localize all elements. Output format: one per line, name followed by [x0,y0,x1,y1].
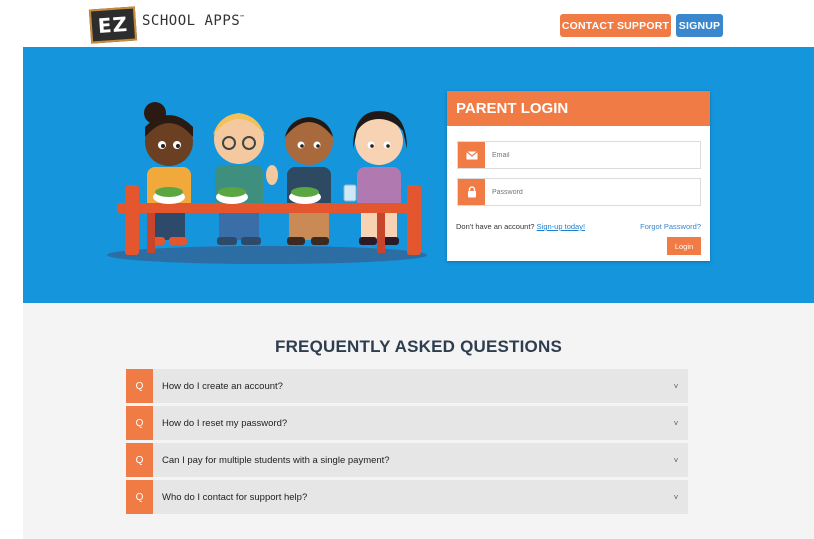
signup-button[interactable]: SIGNUP [676,14,723,37]
email-input[interactable] [485,142,700,168]
signup-link[interactable]: Sign-up today! [537,222,585,231]
logo-text-label: SCHOOL APPS [142,13,241,29]
kids-lunch-illustration [107,102,427,264]
faq-q-badge: Q [126,406,153,440]
faq-q-badge: Q [126,443,153,477]
faq-question: Who do I contact for support help? [162,491,308,503]
envelope-icon [458,142,485,168]
faq-list: Q How do I create an account? ˅ Q How do… [126,369,688,517]
logo-mark: EZ [88,6,138,44]
faq-question: How do I reset my password? [162,417,288,429]
chevron-down-icon: ˅ [673,455,679,465]
password-field[interactable] [457,178,701,206]
logo-trademark: ™ [240,14,245,22]
faq-section: FREQUENTLY ASKED QUESTIONS Q How do I cr… [23,303,814,539]
faq-item[interactable]: Q How do I create an account? ˅ [126,369,688,403]
faq-item[interactable]: Q Who do I contact for support help? ˅ [126,480,688,514]
faq-title: FREQUENTLY ASKED QUESTIONS [274,337,562,356]
lock-icon [458,179,485,205]
login-card-title: PARENT LOGIN [447,91,710,126]
faq-item[interactable]: Q Can I pay for multiple students with a… [126,443,688,477]
chevron-down-icon: ˅ [673,492,679,502]
faq-question: How do I create an account? [162,380,283,392]
no-account-text: Don't have an account? [456,222,535,231]
faq-question: Can I pay for multiple students with a s… [162,454,390,466]
faq-q-badge: Q [126,369,153,403]
faq-q-badge: Q [126,480,153,514]
hero-banner: PARENT LOGIN Don't have an account? Sign… [23,47,814,303]
parent-login-card: PARENT LOGIN Don't have an account? Sign… [447,91,710,261]
chevron-down-icon: ˅ [673,381,679,391]
faq-item[interactable]: Q How do I reset my password? ˅ [126,406,688,440]
contact-support-button[interactable]: CONTACT SUPPORT [560,14,671,37]
signup-prompt: Don't have an account? Sign-up today! [456,222,585,231]
chevron-down-icon: ˅ [673,418,679,428]
header: EZ SCHOOL APPS™ CONTACT SUPPORT SIGNUP [0,0,814,47]
logo-text: SCHOOL APPS™ [142,13,244,29]
login-button[interactable]: Login [667,237,701,255]
password-input[interactable] [485,179,700,205]
logo[interactable]: EZ SCHOOL APPS™ [88,6,244,44]
forgot-password-link[interactable]: Forgot Password? [640,222,701,231]
email-field[interactable] [457,141,701,169]
page: EZ SCHOOL APPS™ CONTACT SUPPORT SIGNUP P… [0,0,814,539]
